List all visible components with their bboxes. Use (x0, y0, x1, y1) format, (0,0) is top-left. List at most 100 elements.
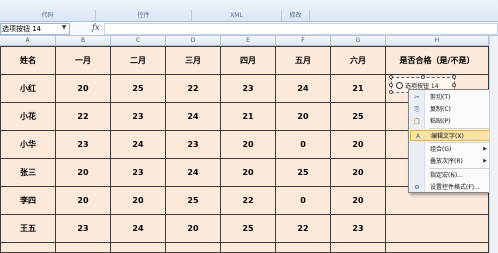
value-cell[interactable]: 20 (331, 187, 386, 215)
ribbon-group-controls: 控件 (96, 10, 192, 22)
resize-handle[interactable] (452, 83, 456, 87)
resize-handle[interactable] (389, 90, 393, 94)
format-control-icon: ⚙ (414, 184, 420, 191)
column-header-c[interactable]: C (111, 36, 166, 46)
header-cell[interactable]: 二月 (111, 46, 166, 75)
header-cell[interactable]: 三月 (166, 46, 221, 75)
name-cell[interactable]: 小红 (0, 75, 56, 103)
value-cell[interactable] (386, 215, 489, 243)
value-cell[interactable]: 20 (331, 159, 386, 187)
value-cell[interactable]: 20 (111, 187, 166, 215)
menu-item-assign-macro[interactable]: 指定宏(N)... (410, 170, 490, 181)
value-cell[interactable]: 23 (331, 215, 386, 243)
value-cell[interactable]: 24 (166, 103, 221, 131)
value-cell[interactable]: 22 (276, 215, 331, 243)
menu-item-cut[interactable]: ✂ 剪切(T) (410, 92, 490, 103)
value-cell[interactable]: 25 (166, 187, 221, 215)
value-cell[interactable]: 24 (111, 131, 166, 159)
empty-cell[interactable] (56, 243, 111, 253)
empty-cell[interactable] (111, 243, 166, 253)
value-cell[interactable]: 23 (166, 131, 221, 159)
empty-cell[interactable] (276, 243, 331, 253)
value-cell[interactable]: 21 (221, 103, 276, 131)
fx-icon[interactable]: fx (92, 23, 99, 32)
value-cell[interactable]: 25 (221, 215, 276, 243)
value-cell[interactable]: 25 (331, 103, 386, 131)
header-cell[interactable]: 四月 (221, 46, 276, 75)
ribbon-group-xml: XML (192, 10, 282, 22)
value-cell[interactable]: 23 (56, 131, 111, 159)
column-header-b[interactable]: B (56, 36, 111, 46)
menu-separator (429, 142, 489, 143)
value-cell[interactable]: 0 (276, 131, 331, 159)
value-cell[interactable]: 24 (166, 159, 221, 187)
value-cell[interactable]: 25 (276, 159, 331, 187)
menu-item-format-control[interactable]: ⚙ 设置控件格式(F)... (410, 182, 490, 193)
menu-separator (429, 128, 489, 129)
value-cell[interactable]: 20 (331, 131, 386, 159)
column-header-d[interactable]: D (166, 36, 221, 46)
resize-handle[interactable] (452, 75, 456, 79)
menu-item-copy[interactable]: ⎘ 复制(C) (410, 104, 490, 115)
resize-handle[interactable] (421, 75, 425, 79)
ribbon-group-code: 代码 (0, 10, 96, 22)
empty-cell[interactable] (221, 243, 276, 253)
value-cell[interactable]: 21 (331, 75, 386, 103)
ribbon: 代码 控件 XML 修改 (0, 0, 498, 22)
header-cell[interactable]: 六月 (331, 46, 386, 75)
header-cell[interactable]: 五月 (276, 46, 331, 75)
header-cell[interactable]: 一月 (56, 46, 111, 75)
value-cell[interactable]: 25 (111, 75, 166, 103)
name-cell[interactable]: 小华 (0, 131, 56, 159)
empty-cell[interactable] (331, 243, 386, 253)
vertical-scrollbar[interactable] (489, 36, 498, 253)
name-cell[interactable]: 张三 (0, 159, 56, 187)
menu-item-group[interactable]: 组合(G) ▶ (410, 144, 490, 155)
column-header-e[interactable]: E (221, 36, 276, 46)
name-cell[interactable]: 李四 (0, 187, 56, 215)
resize-handle[interactable] (389, 83, 393, 87)
value-cell[interactable]: 23 (111, 103, 166, 131)
value-cell[interactable]: 22 (166, 75, 221, 103)
menu-item-paste[interactable]: 📋 粘贴(P) (410, 116, 490, 127)
value-cell[interactable]: 20 (221, 159, 276, 187)
menu-item-label: 编辑文字(X) (431, 133, 464, 140)
column-header-g[interactable]: G (331, 36, 386, 46)
value-cell[interactable]: 20 (166, 215, 221, 243)
header-cell[interactable]: 姓名 (0, 46, 56, 75)
value-cell[interactable]: 23 (111, 159, 166, 187)
radio-icon[interactable] (396, 82, 403, 89)
context-menu: ✂ 剪切(T) ⎘ 复制(C) 📋 粘贴(P) A 编辑文字(X) 组合(G) … (408, 89, 491, 193)
menu-item-label: 设置控件格式(F)... (430, 184, 480, 191)
value-cell[interactable]: 24 (111, 215, 166, 243)
empty-cell[interactable] (166, 243, 221, 253)
column-header-f[interactable]: F (276, 36, 331, 46)
edit-text-icon: A (415, 133, 421, 140)
value-cell[interactable]: 24 (276, 75, 331, 103)
empty-cell[interactable] (386, 243, 489, 253)
value-cell[interactable]: 20 (56, 187, 111, 215)
value-cell[interactable]: 23 (56, 215, 111, 243)
menu-item-label: 叠放次序(R) (430, 158, 463, 165)
value-cell[interactable]: 23 (221, 75, 276, 103)
menu-item-order[interactable]: 叠放次序(R) ▶ (410, 156, 490, 167)
value-cell[interactable]: 22 (56, 103, 111, 131)
column-header-a[interactable]: A (0, 36, 56, 46)
header-cell[interactable]: 是否合格（是/不是） (386, 46, 489, 75)
empty-cell[interactable] (0, 243, 56, 253)
name-cell[interactable]: 小花 (0, 103, 56, 131)
value-cell[interactable]: 20 (276, 103, 331, 131)
resize-handle[interactable] (389, 75, 393, 79)
chevron-down-icon[interactable]: ▼ (59, 23, 69, 33)
menu-item-edit-text[interactable]: A 编辑文字(X) (410, 130, 490, 141)
column-header-h[interactable]: H (386, 36, 489, 46)
formula-input[interactable] (104, 23, 498, 35)
name-cell[interactable]: 王五 (0, 215, 56, 243)
value-cell[interactable]: 0 (276, 187, 331, 215)
value-cell[interactable]: 22 (221, 187, 276, 215)
value-cell[interactable]: 20 (56, 75, 111, 103)
ribbon-group-modify: 修改 (282, 10, 310, 22)
value-cell[interactable]: 20 (56, 159, 111, 187)
menu-item-label: 剪切(T) (430, 94, 451, 101)
value-cell[interactable]: 20 (221, 131, 276, 159)
